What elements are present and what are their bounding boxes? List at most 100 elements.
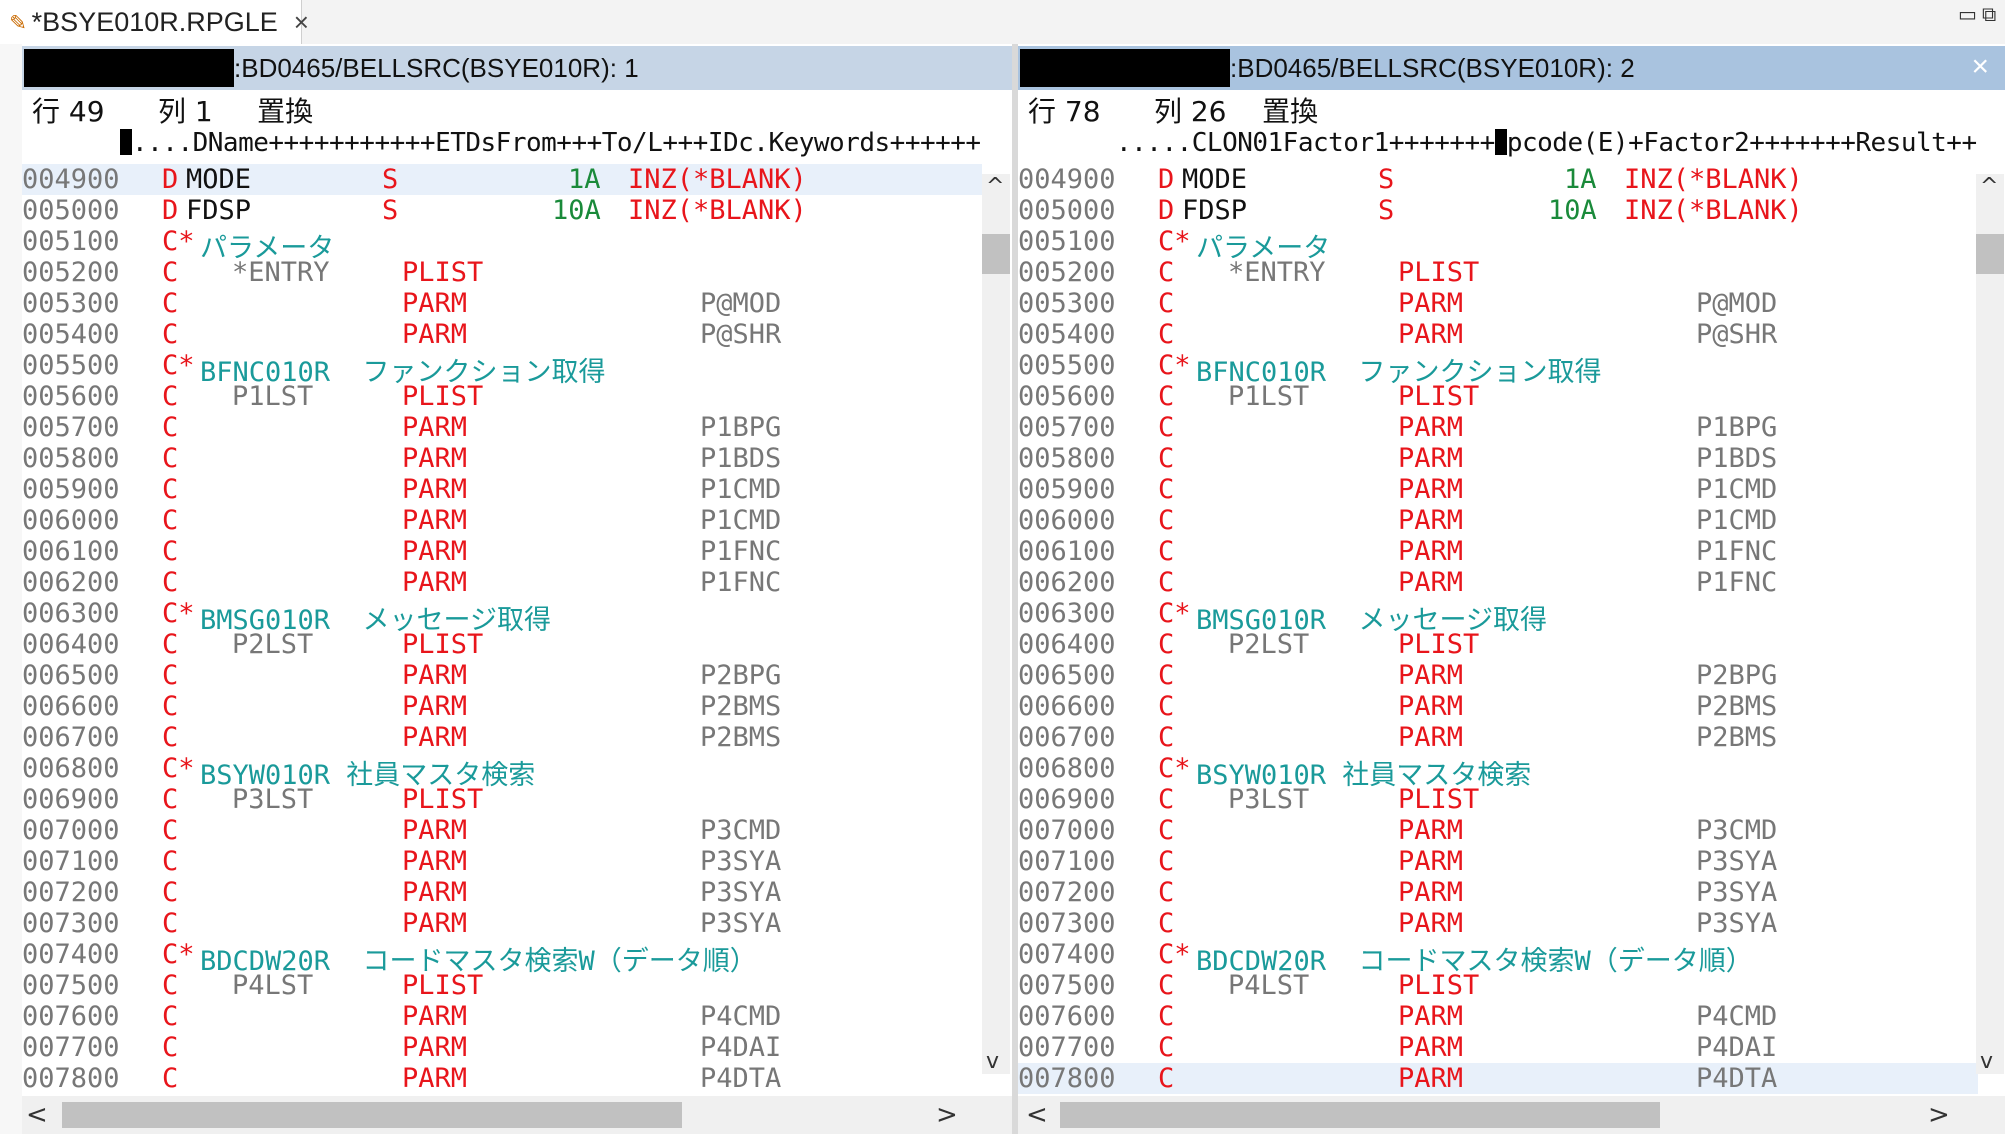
field-length: 10A xyxy=(552,195,601,226)
source-line[interactable]: 007400 C* BDCDW20R コードマスタ検索W（データ順） xyxy=(22,939,982,977)
scroll-down-icon[interactable]: v xyxy=(986,1049,999,1074)
source-line[interactable]: 007000 C PARM P3CMD xyxy=(22,815,982,846)
source-line[interactable]: 006800 C* BSYW010R 社員マスタ検索 xyxy=(22,753,982,791)
source-line[interactable]: 005900 C PARM P1CMD xyxy=(22,474,982,505)
horizontal-scrollbar[interactable]: < > xyxy=(22,1096,1012,1134)
result-field: P3SYA xyxy=(1696,877,1778,908)
source-line[interactable]: 007300 C PARM P3SYA xyxy=(1018,908,1978,939)
spec-type: C xyxy=(1158,908,1175,939)
source-line[interactable]: 006700 C PARM P2BMS xyxy=(22,722,982,753)
source-line[interactable]: 007200 C PARM P3SYA xyxy=(1018,877,1978,908)
source-line[interactable]: 005000 D FDSP S 10A INZ(*BLANK) xyxy=(1018,195,1978,226)
close-tab-icon[interactable]: × xyxy=(294,7,309,38)
scroll-right-icon[interactable]: > xyxy=(1928,1100,1950,1130)
source-line[interactable]: 005100 C* パラメータ xyxy=(1018,226,1978,264)
source-line[interactable]: 006100 C PARM P1FNC xyxy=(22,536,982,567)
hscroll-thumb[interactable] xyxy=(62,1102,682,1128)
spec-type: C xyxy=(1158,691,1175,722)
sequence-number: 005800 xyxy=(22,443,120,474)
source-line[interactable]: 006100 C PARM P1FNC xyxy=(1018,536,1978,567)
source-line[interactable]: 007600 C PARM P4CMD xyxy=(1018,1001,1978,1032)
source-line[interactable]: 005500 C* BFNC010R ファンクション取得 xyxy=(22,350,982,388)
scroll-down-icon[interactable]: v xyxy=(1980,1049,1993,1074)
source-line[interactable]: 005700 C PARM P1BPG xyxy=(1018,412,1978,443)
source-line[interactable]: 006200 C PARM P1FNC xyxy=(1018,567,1978,598)
hscroll-thumb[interactable] xyxy=(1060,1102,1660,1128)
scroll-up-icon[interactable]: ^ xyxy=(1980,174,1998,199)
source-line[interactable]: 005000 D FDSP S 10A INZ(*BLANK) xyxy=(22,195,982,226)
source-line[interactable]: 006000 C PARM P1CMD xyxy=(1018,505,1978,536)
scroll-right-icon[interactable]: > xyxy=(936,1100,958,1130)
source-line[interactable]: 005800 C PARM P1BDS xyxy=(1018,443,1978,474)
source-line[interactable]: 006500 C PARM P2BPG xyxy=(1018,660,1978,691)
source-line[interactable]: 005400 C PARM P@SHR xyxy=(22,319,982,350)
source-line[interactable]: 006400 C P2LST PLIST xyxy=(1018,629,1978,660)
source-line[interactable]: 007800 C PARM P4DTA xyxy=(22,1063,982,1094)
sequence-number: 006500 xyxy=(1018,660,1116,691)
source-line[interactable]: 006900 C P3LST PLIST xyxy=(22,784,982,815)
source-line[interactable]: 005100 C* パラメータ xyxy=(22,226,982,264)
scroll-left-icon[interactable]: < xyxy=(26,1100,48,1130)
editor-tab[interactable]: ✎ *BSYE010R.RPGLE × xyxy=(0,0,309,44)
restore-icon[interactable]: ⧉ xyxy=(1982,2,1996,26)
close-pane-icon[interactable]: × xyxy=(1971,50,1989,84)
source-line[interactable]: 005600 C P1LST PLIST xyxy=(1018,381,1978,412)
source-line[interactable]: 006300 C* BMSG010R メッセージ取得 xyxy=(1018,598,1978,636)
source-line[interactable]: 005400 C PARM P@SHR xyxy=(1018,319,1978,350)
source-line[interactable]: 006500 C PARM P2BPG xyxy=(22,660,982,691)
source-line[interactable]: 007600 C PARM P4CMD xyxy=(22,1001,982,1032)
opcode: PARM xyxy=(1398,1001,1464,1032)
scroll-up-icon[interactable]: ^ xyxy=(986,174,1004,199)
source-line[interactable]: 005500 C* BFNC010R ファンクション取得 xyxy=(1018,350,1978,388)
opcode: PARM xyxy=(1398,877,1464,908)
vertical-scrollbar[interactable]: ^ v xyxy=(982,174,1010,1074)
source-line[interactable]: 007500 C P4LST PLIST xyxy=(1018,970,1978,1001)
source-line[interactable]: 006200 C PARM P1FNC xyxy=(22,567,982,598)
sequence-number: 005900 xyxy=(22,474,120,505)
source-line[interactable]: 004900 D MODE S 1A INZ(*BLANK) xyxy=(1018,164,1978,195)
source-line[interactable]: 006900 C P3LST PLIST xyxy=(1018,784,1978,815)
editor-pane-1[interactable]: :BD0465/BELLSRC(BSYE010R): 1 行 49 列 1 置換… xyxy=(22,44,1012,1134)
source-line[interactable]: 005200 C *ENTRY PLIST xyxy=(22,257,982,288)
minimize-icon[interactable]: ▭ xyxy=(1958,2,1977,26)
source-line[interactable]: 007400 C* BDCDW20R コードマスタ検索W（データ順） xyxy=(1018,939,1978,977)
source-line[interactable]: 004900 D MODE S 1A INZ(*BLANK) xyxy=(22,164,982,195)
source-line[interactable]: 005700 C PARM P1BPG xyxy=(22,412,982,443)
source-line[interactable]: 007700 C PARM P4DAI xyxy=(22,1032,982,1063)
source-line[interactable]: 007100 C PARM P3SYA xyxy=(1018,846,1978,877)
sequence-number: 006300 xyxy=(22,598,120,629)
scroll-left-icon[interactable]: < xyxy=(1026,1100,1048,1130)
source-line[interactable]: 007500 C P4LST PLIST xyxy=(22,970,982,1001)
opcode: PARM xyxy=(402,1063,468,1094)
source-line[interactable]: 007000 C PARM P3CMD xyxy=(1018,815,1978,846)
horizontal-scrollbar[interactable]: < > xyxy=(1018,1096,2005,1134)
source-line[interactable]: 005900 C PARM P1CMD xyxy=(1018,474,1978,505)
source-line[interactable]: 006300 C* BMSG010R メッセージ取得 xyxy=(22,598,982,636)
vertical-scrollbar[interactable]: ^ v xyxy=(1976,174,2004,1074)
scroll-thumb[interactable] xyxy=(982,234,1010,274)
source-line[interactable]: 005300 C PARM P@MOD xyxy=(1018,288,1978,319)
source-line[interactable]: 006400 C P2LST PLIST xyxy=(22,629,982,660)
source-line[interactable]: 007200 C PARM P3SYA xyxy=(22,877,982,908)
spec-type: C xyxy=(1158,505,1175,536)
opcode: PLIST xyxy=(1398,257,1480,288)
factor1: *ENTRY xyxy=(1228,257,1326,288)
source-line[interactable]: 005200 C *ENTRY PLIST xyxy=(1018,257,1978,288)
source-line[interactable]: 006000 C PARM P1CMD xyxy=(22,505,982,536)
source-line[interactable]: 005300 C PARM P@MOD xyxy=(22,288,982,319)
result-field: P2BMS xyxy=(1696,691,1778,722)
scroll-thumb[interactable] xyxy=(1976,234,2004,274)
source-line[interactable]: 007700 C PARM P4DAI xyxy=(1018,1032,1978,1063)
spec-type: C xyxy=(1158,567,1175,598)
source-line[interactable]: 007800 C PARM P4DTA xyxy=(1018,1063,1978,1094)
source-line[interactable]: 007100 C PARM P3SYA xyxy=(22,846,982,877)
source-line[interactable]: 006600 C PARM P2BMS xyxy=(1018,691,1978,722)
source-line[interactable]: 007300 C PARM P3SYA xyxy=(22,908,982,939)
sequence-number: 007800 xyxy=(1018,1063,1116,1094)
source-line[interactable]: 006800 C* BSYW010R 社員マスタ検索 xyxy=(1018,753,1978,791)
source-line[interactable]: 006600 C PARM P2BMS xyxy=(22,691,982,722)
source-line[interactable]: 006700 C PARM P2BMS xyxy=(1018,722,1978,753)
source-line[interactable]: 005800 C PARM P1BDS xyxy=(22,443,982,474)
source-line[interactable]: 005600 C P1LST PLIST xyxy=(22,381,982,412)
editor-pane-2[interactable]: :BD0465/BELLSRC(BSYE010R): 2 × 行 78 列 26… xyxy=(1018,44,2005,1134)
